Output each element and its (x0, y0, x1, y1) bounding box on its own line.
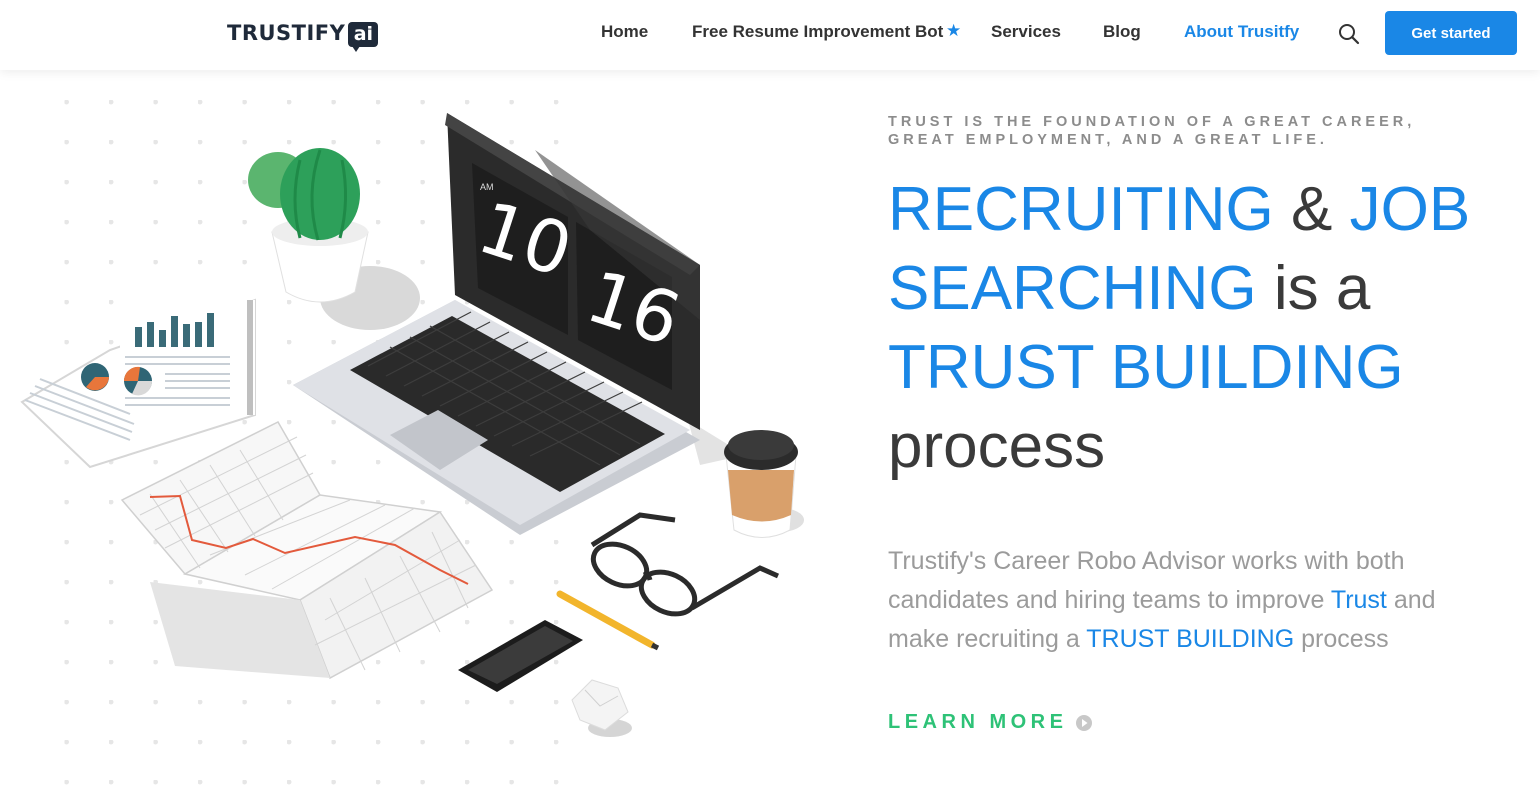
star-icon: ★ (946, 21, 962, 40)
headline-ampersand: & (1273, 175, 1350, 244)
logo[interactable]: TRUSTIFY ai (227, 19, 379, 52)
headline-recruiting: RECRUITING (888, 175, 1274, 244)
learn-more-label: LEARN MORE (888, 711, 1068, 733)
desc-part-3: process (1294, 625, 1389, 653)
coffee-cup-illustration (724, 430, 804, 538)
nav-services[interactable]: Services (991, 22, 1061, 42)
get-started-button[interactable]: Get started (1385, 11, 1517, 55)
clock-ampm: AM (480, 182, 494, 192)
headline-trust-building: TRUST BUILDING (888, 333, 1404, 402)
logo-text: TRUSTIFY (227, 21, 346, 45)
logo-badge: ai (348, 21, 379, 52)
crumpled-paper-illustration (571, 679, 632, 737)
hero-illustration: AM 10 16 (20, 80, 804, 805)
nav-about[interactable]: About Trusitfy (1184, 22, 1299, 42)
headline-process: process (888, 412, 1106, 481)
nav-blog[interactable]: Blog (1103, 22, 1141, 42)
search-icon[interactable] (1337, 22, 1361, 46)
desc-trust-building-link[interactable]: TRUST BUILDING (1086, 625, 1294, 653)
desc-part-1: Trustify's Career Robo Advisor works wit… (888, 547, 1405, 614)
headline-is-a: is a (1256, 254, 1371, 323)
arrow-circle-icon (1076, 714, 1093, 731)
nav-free-resume-bot[interactable]: Free Resume Improvement Bot (692, 22, 943, 42)
nav-home[interactable]: Home (601, 22, 648, 42)
desc-trust-link[interactable]: Trust (1331, 586, 1387, 614)
learn-more-link[interactable]: LEARN MORE (888, 711, 1093, 734)
hero-description: Trustify's Career Robo Advisor works wit… (888, 542, 1488, 659)
hero-headline: RECRUITING & JOB SEARCHING is a TRUST BU… (888, 170, 1508, 486)
hero-tagline: TRUST IS THE FOUNDATION OF A GREAT CAREE… (888, 114, 1416, 148)
site-header: TRUSTIFY ai Home Free Resume Improvement… (0, 0, 1540, 70)
